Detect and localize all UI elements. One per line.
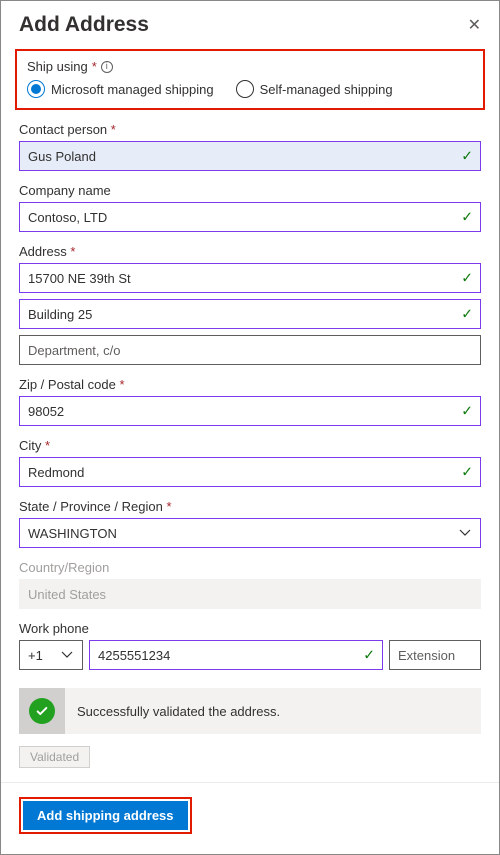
address-line2-input[interactable]	[19, 299, 481, 329]
address-line3-input[interactable]	[19, 335, 481, 365]
ship-using-section: Ship using * i Microsoft managed shippin…	[15, 49, 485, 110]
phone-extension-input[interactable]	[389, 640, 481, 670]
field-label: City *	[19, 438, 481, 453]
radio-icon	[27, 80, 45, 98]
country-input	[19, 579, 481, 609]
form-body: Contact person * ✓ Company name ✓ Addres…	[1, 122, 499, 783]
field-label: Zip / Postal code *	[19, 377, 481, 392]
field-label: Country/Region	[19, 560, 481, 575]
field-zip: Zip / Postal code * ✓	[19, 377, 481, 426]
field-work-phone: Work phone ✓	[19, 621, 481, 670]
field-contact-person: Contact person * ✓	[19, 122, 481, 171]
phone-country-code-select[interactable]	[19, 640, 83, 670]
field-state: State / Province / Region *	[19, 499, 481, 548]
radio-self-managed[interactable]: Self-managed shipping	[236, 80, 393, 98]
city-input[interactable]	[19, 457, 481, 487]
field-label: Work phone	[19, 621, 481, 636]
contact-person-input[interactable]	[19, 141, 481, 171]
validation-message: Successfully validated the address.	[65, 704, 280, 719]
field-company-name: Company name ✓	[19, 183, 481, 232]
field-address: Address * ✓ ✓	[19, 244, 481, 365]
radio-label: Microsoft managed shipping	[51, 82, 214, 97]
ship-using-label: Ship using * i	[27, 59, 473, 74]
zip-input[interactable]	[19, 396, 481, 426]
field-label: Contact person *	[19, 122, 481, 137]
panel-header: Add Address ✕	[1, 1, 499, 41]
required-marker: *	[92, 59, 97, 74]
phone-number-input[interactable]	[89, 640, 383, 670]
radio-microsoft-managed[interactable]: Microsoft managed shipping	[27, 80, 214, 98]
radio-icon	[236, 80, 254, 98]
validated-status-pill: Validated	[19, 746, 90, 768]
add-shipping-address-button[interactable]: Add shipping address	[23, 801, 188, 830]
field-label: Company name	[19, 183, 481, 198]
ship-using-radios: Microsoft managed shipping Self-managed …	[27, 80, 473, 98]
info-icon[interactable]: i	[101, 61, 113, 73]
button-highlight: Add shipping address	[19, 797, 192, 834]
close-icon[interactable]: ✕	[468, 15, 481, 35]
panel-title: Add Address	[19, 13, 149, 37]
state-select[interactable]	[19, 518, 481, 548]
panel-footer: Add shipping address	[1, 783, 499, 854]
company-name-input[interactable]	[19, 202, 481, 232]
field-label: State / Province / Region *	[19, 499, 481, 514]
success-check-icon	[29, 698, 55, 724]
add-address-panel: Add Address ✕ Ship using * i Microsoft m…	[0, 0, 500, 855]
field-country: Country/Region	[19, 560, 481, 609]
validation-icon-box	[19, 688, 65, 734]
validation-banner: Successfully validated the address.	[19, 688, 481, 734]
field-label: Address *	[19, 244, 481, 259]
radio-label: Self-managed shipping	[260, 82, 393, 97]
address-line1-input[interactable]	[19, 263, 481, 293]
field-city: City * ✓	[19, 438, 481, 487]
